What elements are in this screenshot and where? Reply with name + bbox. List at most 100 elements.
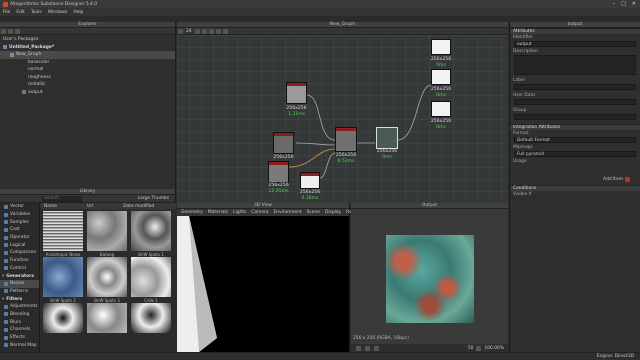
new-package-icon[interactable] (1, 29, 6, 34)
category-function[interactable]: Function (0, 257, 39, 265)
tab-materials[interactable]: Materials (208, 210, 228, 215)
category-normal-map[interactable]: Normal Map (0, 341, 39, 349)
open-icon[interactable] (8, 29, 13, 34)
tab-scene[interactable]: Scene (307, 210, 320, 215)
library-tile[interactable]: Cells 1 (131, 257, 171, 303)
graph-tool-icon[interactable] (222, 28, 228, 34)
tab-camera[interactable]: Camera (251, 210, 268, 215)
menu-file[interactable]: File (3, 10, 10, 15)
column-name[interactable]: Name (44, 204, 57, 209)
category-filters[interactable]: ▾ Filters (0, 295, 39, 303)
tab-lights[interactable]: Lights (233, 210, 246, 215)
graph-tool-icon[interactable] (194, 28, 200, 34)
category-comparison[interactable]: Comparison (0, 249, 39, 257)
menu-edit[interactable]: Edit (16, 10, 25, 15)
2d-texture-preview[interactable] (386, 235, 474, 323)
maximize-button[interactable]: □ (621, 1, 626, 7)
category-logical[interactable]: Logical (0, 241, 39, 249)
tab-geometry[interactable]: Geometry (181, 210, 203, 215)
graph-tool-icon[interactable] (178, 28, 183, 34)
mipmaps-dropdown[interactable]: Full pyramid (514, 151, 636, 157)
engine-status: Engine: Direct3D (596, 354, 634, 359)
graph-node[interactable] (335, 127, 357, 152)
2d-view-toolbar: 50 100.00% (351, 344, 508, 352)
output-item-roughness[interactable]: roughness (0, 74, 175, 82)
graph-node[interactable] (286, 82, 307, 104)
library-tile[interactable] (87, 303, 127, 333)
category-cast[interactable]: Cast (0, 226, 39, 234)
zoom-fit-icon[interactable] (356, 345, 361, 351)
explorer-panel: Explorer User's Packages Untitled_Packag… (0, 22, 176, 188)
export-icon[interactable] (476, 345, 482, 351)
library-tile[interactable]: BnW Spots 1 (131, 211, 171, 257)
save-icon[interactable] (15, 29, 20, 34)
2d-count: 50 (467, 345, 474, 351)
graph-node[interactable] (273, 132, 294, 154)
category-control[interactable]: Control (0, 265, 39, 273)
category-generators[interactable]: ▾ Generators (0, 272, 39, 280)
tab-display[interactable]: Display (325, 210, 341, 215)
output-item-basecolor[interactable]: basecolor (0, 59, 175, 67)
output-node[interactable] (431, 39, 451, 55)
library-tile[interactable] (43, 303, 83, 333)
menu-help[interactable]: Help (73, 10, 83, 15)
3d-view-tabs: Geometry Materials Lights Camera Environ… (177, 209, 366, 216)
category-blurs[interactable]: Blurs (0, 318, 39, 326)
label-field[interactable] (514, 84, 636, 90)
library-tile[interactable]: Anisotropic Noise (43, 211, 83, 257)
menu-tools[interactable]: Tools (31, 10, 42, 15)
output-item-metallic[interactable]: metallic (0, 81, 175, 89)
graph-tool-icon[interactable] (201, 28, 207, 34)
app-title: Allegorithmic Substance Designer 5.4.0 (10, 1, 98, 7)
identifier-field[interactable]: output (514, 41, 636, 47)
graph-tool-icon[interactable] (208, 28, 214, 34)
description-field[interactable] (514, 55, 636, 75)
tab-environment[interactable]: Environment (274, 210, 302, 215)
graph-tool-number: 24 (186, 28, 192, 34)
tile-icon[interactable] (365, 345, 370, 351)
channel-icon[interactable] (374, 345, 379, 351)
category-samples[interactable]: Samples (0, 218, 39, 226)
zoom-level[interactable]: 100.00% (484, 346, 504, 351)
graph-node-selected[interactable] (376, 127, 398, 149)
category-operator[interactable]: Operator (0, 234, 39, 242)
3d-viewport[interactable] (177, 216, 350, 352)
output-item-output[interactable]: output (0, 89, 175, 97)
library-tile[interactable] (131, 303, 171, 333)
library-search-input[interactable]: Search (42, 195, 82, 202)
format-dropdown[interactable]: Default Format (514, 137, 636, 143)
category-blending[interactable]: Blending (0, 311, 39, 319)
category-vector[interactable]: Vector (0, 203, 39, 211)
view-mode-dropdown[interactable]: Large Thumbs (138, 196, 169, 201)
graph-node[interactable] (300, 172, 320, 189)
column-date[interactable]: Date modified (123, 204, 154, 209)
menu-windows[interactable]: Windows (48, 10, 68, 15)
category-variables[interactable]: Variables (0, 211, 39, 219)
category-effects[interactable]: Effects (0, 334, 39, 342)
library-categories: Vector Variables Samples Cast Operator L… (0, 203, 40, 352)
category-patterns[interactable]: Patterns (0, 288, 39, 296)
category-adjustments[interactable]: Adjustments (0, 303, 39, 311)
output-icon (22, 90, 26, 95)
close-button[interactable]: ✕ (632, 1, 636, 7)
graph-tool-icon[interactable] (215, 28, 221, 34)
category-noises[interactable]: Noises (0, 279, 39, 288)
column-url[interactable]: Url (87, 204, 93, 209)
node-time: 0ms (436, 125, 446, 130)
app-logo-icon (3, 1, 8, 7)
library-tile-selected[interactable]: BnW Spots 2 (43, 257, 83, 303)
category-channels[interactable]: Channels (0, 326, 39, 334)
library-tile[interactable]: Batang (87, 211, 127, 257)
add-item-button[interactable] (625, 177, 630, 182)
graph-item[interactable]: New_Graph (0, 51, 175, 59)
package-item[interactable]: Untitled_Package* (0, 44, 175, 52)
output-node[interactable] (431, 101, 451, 117)
user-data-field[interactable] (514, 99, 636, 105)
output-item-normal[interactable]: normal (0, 66, 175, 74)
graph-node[interactable] (268, 161, 289, 183)
output-node[interactable] (431, 69, 451, 85)
minimize-button[interactable]: – (613, 1, 616, 7)
group-field[interactable] (514, 114, 636, 120)
library-tile[interactable]: BnW Spots 3 (87, 257, 127, 303)
graph-canvas[interactable]: 256x256 1.31ms 256x256 256x256 12.95ms 2… (177, 35, 508, 203)
